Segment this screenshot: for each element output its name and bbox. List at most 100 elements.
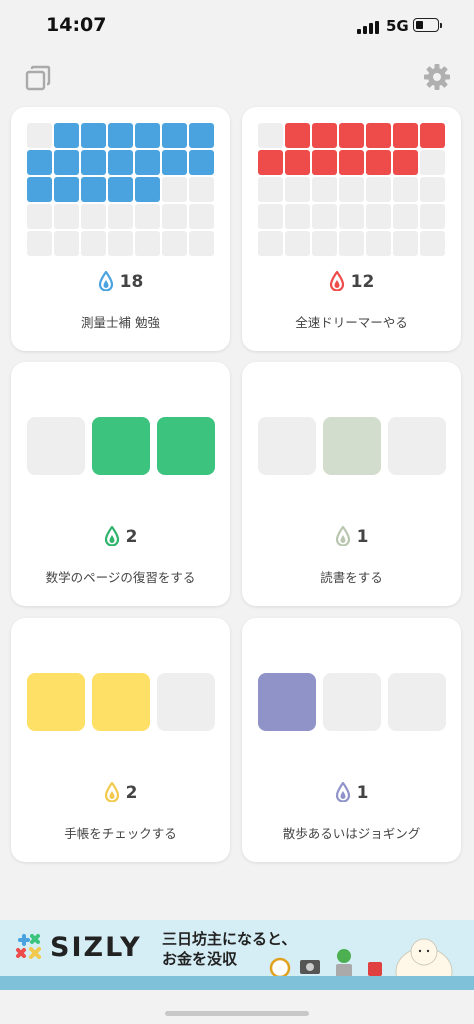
copy-icon[interactable] xyxy=(24,64,52,92)
empty-day-cell xyxy=(366,177,391,202)
completed-day-cell xyxy=(81,177,106,202)
empty-day-cell xyxy=(388,417,446,475)
completed-day-cell xyxy=(108,123,133,148)
ad-bottom-strip xyxy=(0,976,474,990)
empty-day-cell xyxy=(135,231,160,256)
empty-day-cell xyxy=(285,204,310,229)
gear-icon[interactable] xyxy=(422,62,452,92)
empty-day-cell xyxy=(285,231,310,256)
habit-progress-row xyxy=(258,673,446,731)
empty-day-cell xyxy=(135,204,160,229)
empty-day-cell xyxy=(27,204,52,229)
empty-day-cell xyxy=(366,231,391,256)
sizly-logo-icon xyxy=(16,934,41,959)
empty-day-cell xyxy=(420,204,445,229)
empty-day-cell xyxy=(54,231,79,256)
habit-count: 18 xyxy=(11,270,230,292)
empty-day-cell xyxy=(81,231,106,256)
habit-progress-grid xyxy=(258,123,445,256)
habit-count-value: 2 xyxy=(125,527,138,547)
completed-day-cell xyxy=(366,123,391,148)
empty-day-cell xyxy=(258,123,283,148)
empty-day-cell xyxy=(420,231,445,256)
completed-day-cell xyxy=(323,417,381,475)
completed-day-cell xyxy=(54,150,79,175)
habit-progress-row xyxy=(27,417,215,475)
home-indicator[interactable] xyxy=(165,1011,309,1016)
completed-day-cell xyxy=(339,150,364,175)
network-type: 5G xyxy=(386,17,409,35)
drop-icon xyxy=(104,781,119,803)
completed-day-cell xyxy=(393,150,418,175)
completed-day-cell xyxy=(312,150,337,175)
empty-day-cell xyxy=(312,177,337,202)
battery-icon xyxy=(413,18,442,32)
completed-day-cell xyxy=(366,150,391,175)
completed-day-cell xyxy=(54,123,79,148)
habit-name: 読書をする xyxy=(320,570,383,585)
empty-day-cell xyxy=(393,231,418,256)
empty-day-cell xyxy=(108,204,133,229)
completed-day-cell xyxy=(285,150,310,175)
completed-day-cell xyxy=(420,123,445,148)
signal-icon xyxy=(357,21,379,34)
drop-icon xyxy=(98,270,113,292)
drop-icon xyxy=(335,781,350,803)
habit-name: 測量士補 勉強 xyxy=(81,315,160,330)
habit-progress-row xyxy=(27,673,215,731)
completed-day-cell xyxy=(339,123,364,148)
empty-day-cell xyxy=(366,204,391,229)
completed-day-cell xyxy=(162,123,187,148)
completed-day-cell xyxy=(162,150,187,175)
habit-name: 散歩あるいはジョギング xyxy=(282,826,421,841)
drop-icon xyxy=(335,525,350,547)
completed-day-cell xyxy=(189,123,214,148)
habit-count-value: 12 xyxy=(350,272,375,292)
completed-day-cell xyxy=(135,150,160,175)
status-time: 14:07 xyxy=(46,14,107,36)
completed-day-cell xyxy=(285,123,310,148)
status-bar: 14:07 5G xyxy=(0,0,474,54)
completed-day-cell xyxy=(312,123,337,148)
ad-banner[interactable]: SIZLY 三日坊主になると、 お金を没収 xyxy=(0,920,474,990)
empty-day-cell xyxy=(162,177,187,202)
drop-icon xyxy=(104,525,119,547)
empty-day-cell xyxy=(258,204,283,229)
completed-day-cell xyxy=(393,123,418,148)
habit-name: 数学のページの復習をする xyxy=(45,570,196,585)
habit-count: 2 xyxy=(11,781,230,803)
habit-progress-grid xyxy=(27,123,214,256)
habit-count: 1 xyxy=(242,781,461,803)
habit-count-value: 18 xyxy=(119,272,144,292)
habit-card[interactable]: 18 測量士補 勉強 xyxy=(11,107,230,351)
empty-day-cell xyxy=(339,177,364,202)
habit-card[interactable]: 1 読書をする xyxy=(242,362,461,606)
habit-progress-row xyxy=(258,417,446,475)
habit-card[interactable]: 12 全速ドリーマーやる xyxy=(242,107,461,351)
drop-icon xyxy=(329,270,344,292)
completed-day-cell xyxy=(92,673,150,731)
empty-day-cell xyxy=(108,231,133,256)
completed-day-cell xyxy=(135,177,160,202)
habit-name: 全速ドリーマーやる xyxy=(295,315,408,330)
empty-day-cell xyxy=(339,204,364,229)
ad-subline: お金を没収 xyxy=(162,950,238,968)
empty-day-cell xyxy=(27,123,52,148)
habit-card[interactable]: 1 散歩あるいはジョギング xyxy=(242,618,461,862)
habit-count-value: 1 xyxy=(356,527,369,547)
habit-count-value: 2 xyxy=(125,783,138,803)
empty-day-cell xyxy=(189,177,214,202)
habit-card[interactable]: 2 手帳をチェックする xyxy=(11,618,230,862)
empty-day-cell xyxy=(27,417,85,475)
habit-count: 2 xyxy=(11,525,230,547)
completed-day-cell xyxy=(92,417,150,475)
habit-card[interactable]: 2 数学のページの復習をする xyxy=(11,362,230,606)
empty-day-cell xyxy=(393,177,418,202)
completed-day-cell xyxy=(54,177,79,202)
empty-day-cell xyxy=(312,231,337,256)
completed-day-cell xyxy=(108,150,133,175)
empty-day-cell xyxy=(258,231,283,256)
completed-day-cell xyxy=(258,150,283,175)
completed-day-cell xyxy=(189,150,214,175)
habit-name: 手帳をチェックする xyxy=(64,826,177,841)
